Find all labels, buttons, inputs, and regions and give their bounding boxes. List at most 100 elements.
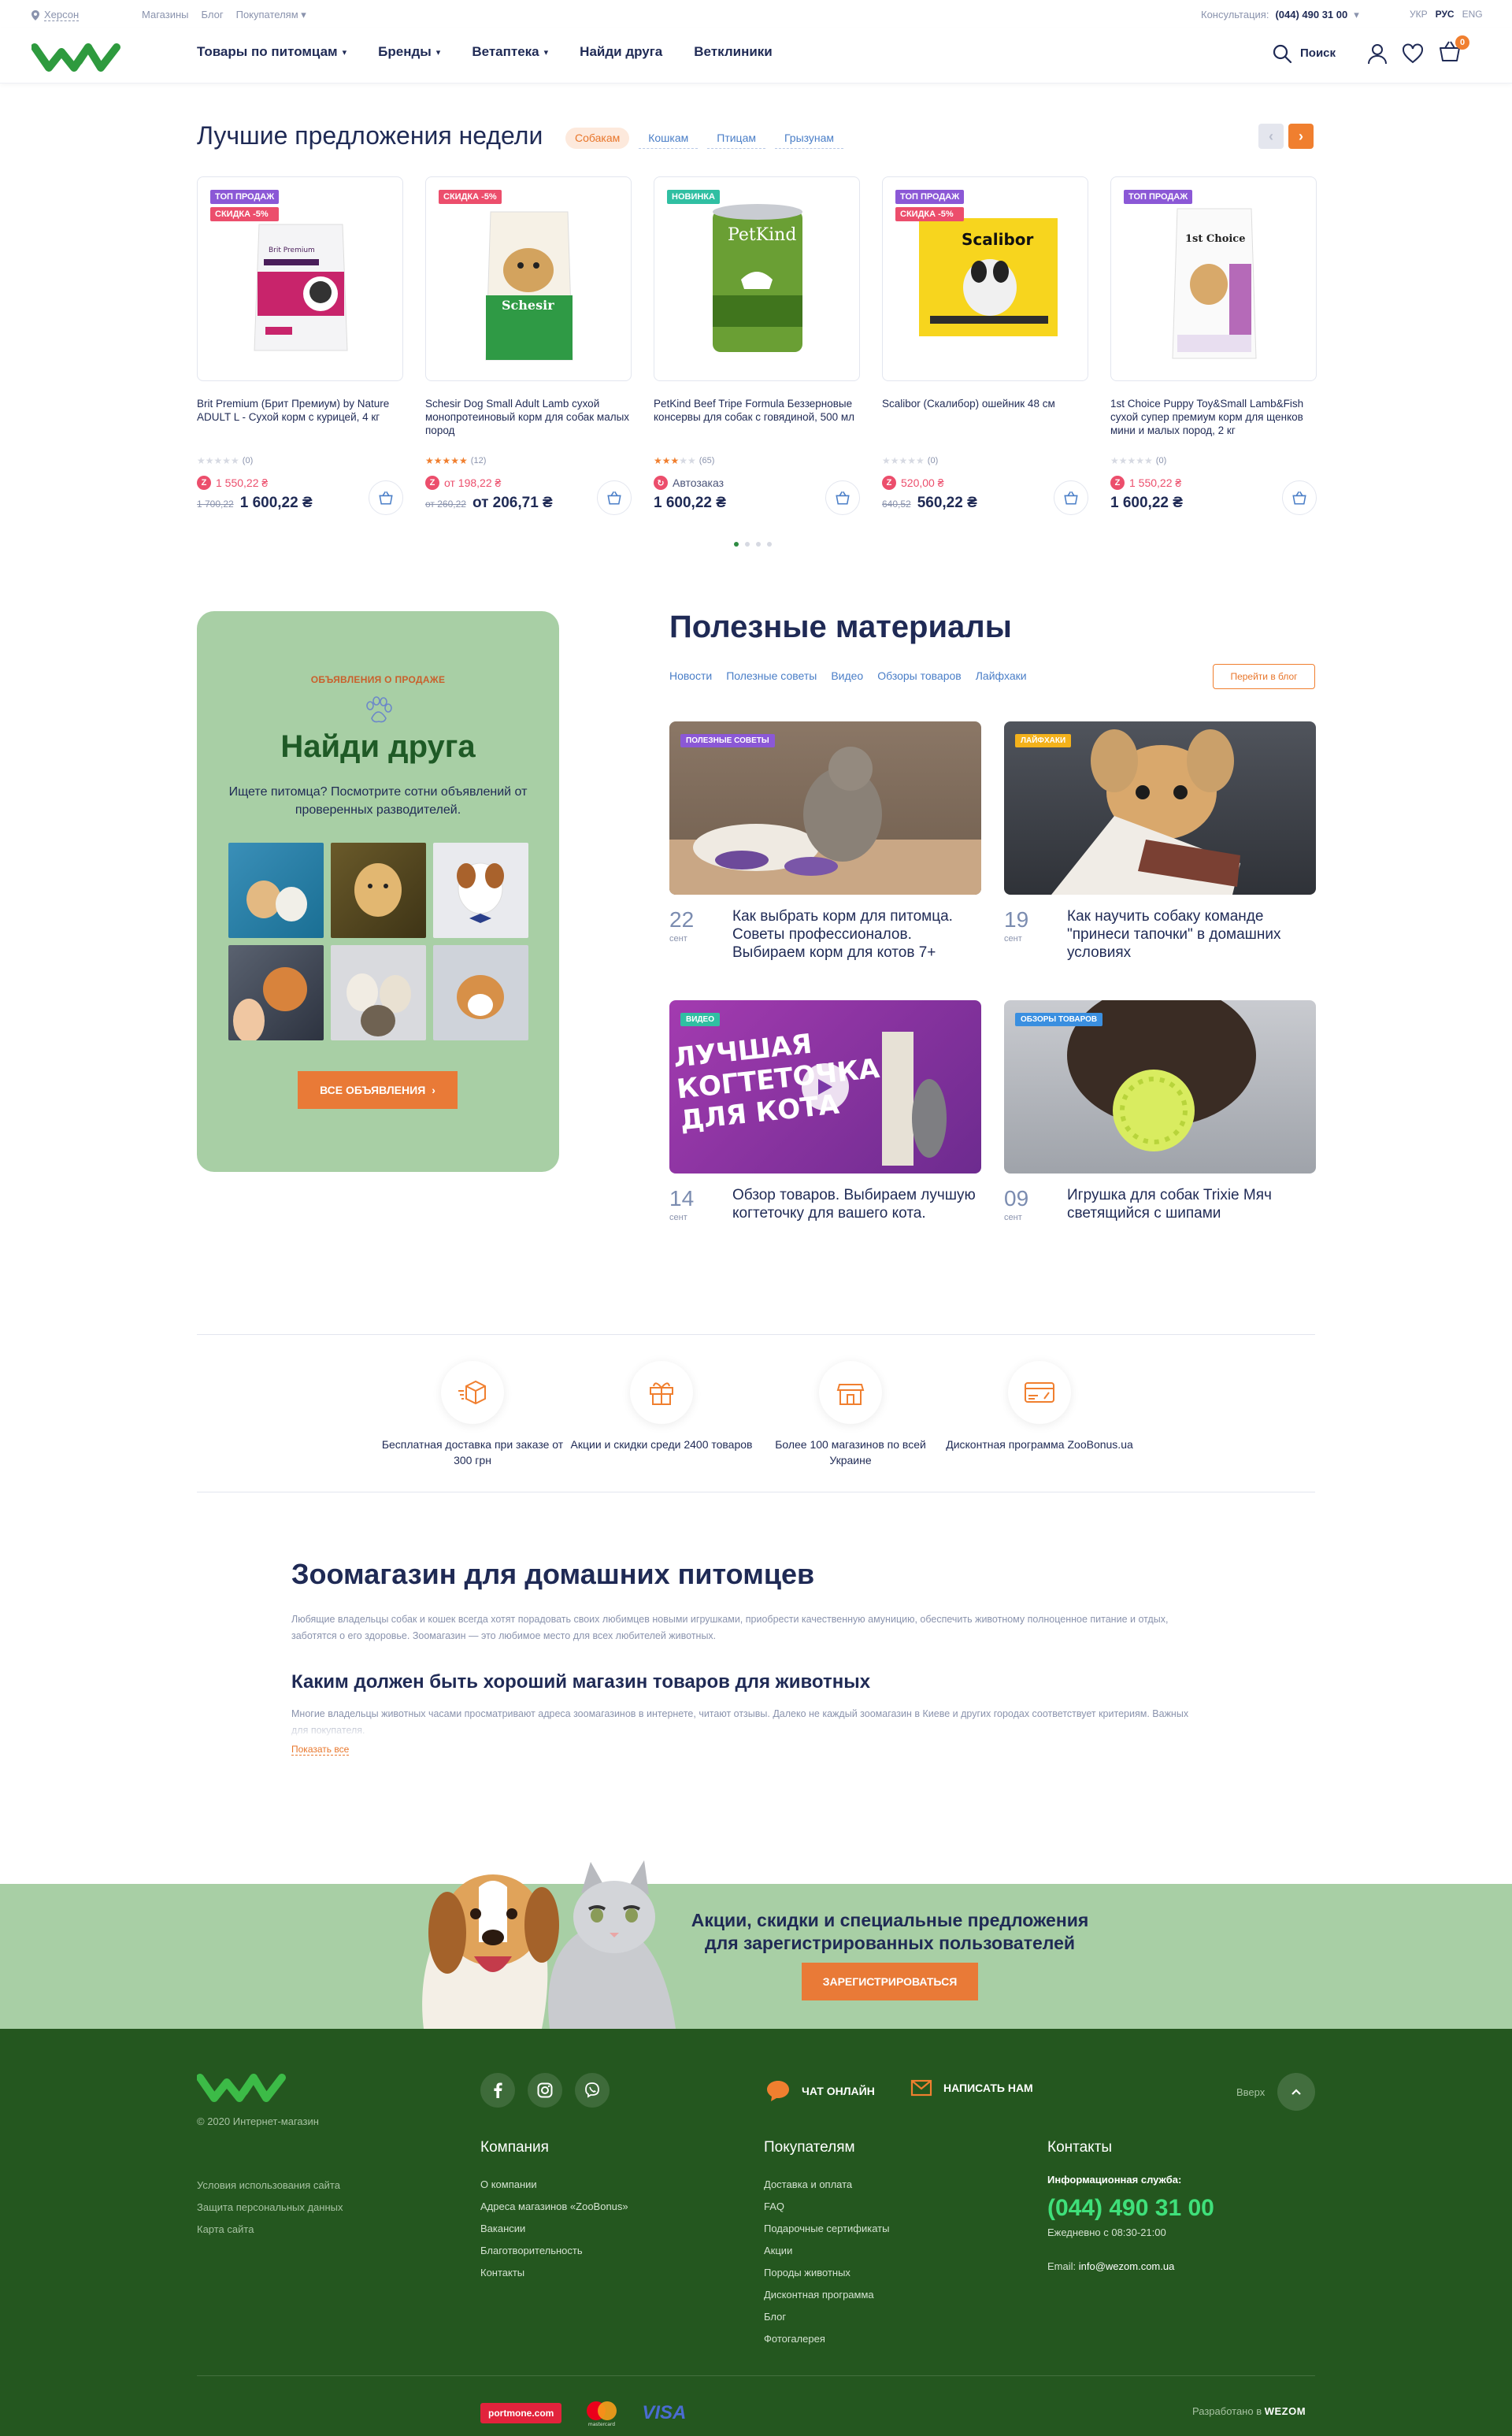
carousel-prev-button[interactable]: ‹: [1258, 124, 1284, 149]
pet-photo-pomeranian[interactable]: [228, 945, 324, 1040]
chat-online-button[interactable]: ЧАТ ОНЛАЙН: [765, 2079, 875, 2103]
pagination-dot[interactable]: [767, 542, 772, 547]
blog-tab-tips[interactable]: Полезные советы: [726, 669, 817, 682]
article-card[interactable]: ОБЗОРЫ ТОВАРОВ 09 сент Игрушка для собак T…: [1004, 1000, 1316, 1222]
nav-pets-products[interactable]: Товары по питомцам ▾: [197, 44, 346, 60]
blog-tab-video[interactable]: Видео: [831, 669, 863, 682]
viber-button[interactable]: [575, 2073, 610, 2108]
add-to-cart-button[interactable]: [597, 480, 632, 515]
article-title[interactable]: Игрушка для собак Trixie Мяч светящийся …: [1067, 1186, 1316, 1222]
add-to-cart-button[interactable]: [825, 480, 860, 515]
nav-find-friend[interactable]: Найди друга: [580, 44, 662, 60]
logo[interactable]: [32, 41, 121, 72]
add-to-cart-button[interactable]: [369, 480, 403, 515]
lang-rus[interactable]: РУС: [1436, 9, 1455, 20]
lang-ukr[interactable]: УКР: [1410, 9, 1428, 20]
product-card[interactable]: НОВИНКА PetKind PetKind Beef Tripe Formu…: [654, 176, 860, 523]
product-image[interactable]: ТОП ПРОДАЖ 1st Choice: [1110, 176, 1317, 381]
tab-cats[interactable]: Кошкам: [639, 128, 699, 149]
show-all-link[interactable]: Показать все: [291, 1744, 350, 1756]
cart-button[interactable]: 0: [1438, 35, 1470, 66]
footer-link[interactable]: Контакты: [480, 2262, 628, 2284]
pet-photo-retriever-puppy[interactable]: [331, 843, 426, 938]
legal-link-privacy[interactable]: Защита персональных данных: [197, 2197, 343, 2219]
add-to-cart-button[interactable]: [1282, 480, 1317, 515]
article-card[interactable]: ВИДЕО ЛУЧШАЯ КОГТЕТОЧКА ДЛЯ КОТА 14 сент О…: [669, 1000, 981, 1222]
nav-vet-clinics[interactable]: Ветклиники: [694, 44, 772, 60]
pet-photo-kittens[interactable]: [228, 843, 324, 938]
blog-tab-reviews[interactable]: Обзоры товаров: [877, 669, 962, 682]
footer-link[interactable]: Доставка и оплата: [764, 2174, 889, 2196]
article-image[interactable]: ПОЛЕЗНЫЕ СОВЕТЫ: [669, 721, 981, 895]
blog-tab-lifehacks[interactable]: Лайфхаки: [976, 669, 1027, 682]
footer-link[interactable]: Адреса магазинов «ZooBonus»: [480, 2196, 628, 2218]
legal-link-sitemap[interactable]: Карта сайта: [197, 2219, 343, 2241]
top-link-blog[interactable]: Блог: [202, 9, 224, 21]
article-image[interactable]: ОБЗОРЫ ТОВАРОВ: [1004, 1000, 1316, 1174]
footer-link[interactable]: Дисконтная программа: [764, 2284, 889, 2306]
footer-link[interactable]: Вакансии: [480, 2218, 628, 2240]
article-card[interactable]: ПОЛЕЗНЫЕ СОВЕТЫ 22 сент Как выбрать корм д…: [669, 721, 981, 962]
product-card[interactable]: СКИДКА -5% Schesir Schesir Dog Small Adu…: [425, 176, 632, 523]
product-image[interactable]: СКИДКА -5% Schesir: [425, 176, 632, 381]
footer-link[interactable]: Благотворительность: [480, 2240, 628, 2262]
pet-photo-siamese-kittens[interactable]: [331, 945, 426, 1040]
heart-icon[interactable]: [1402, 43, 1424, 64]
footer-email[interactable]: info@wezom.com.ua: [1079, 2260, 1175, 2272]
footer-link[interactable]: FAQ: [764, 2196, 889, 2218]
product-card[interactable]: ТОП ПРОДАЖ 1st Choice 1st Choice Puppy T…: [1110, 176, 1317, 523]
product-name[interactable]: Schesir Dog Small Adult Lamb сухой моноп…: [425, 397, 632, 450]
product-name[interactable]: Scalibor (Скалибор) ошейник 48 см: [882, 397, 1088, 450]
tab-dogs[interactable]: Собакам: [565, 128, 630, 149]
consult-phone[interactable]: (044) 490 31 00: [1275, 9, 1347, 21]
city-selector[interactable]: Херсон: [32, 9, 80, 21]
product-name[interactable]: 1st Choice Puppy Toy&Small Lamb&Fish сух…: [1110, 397, 1317, 450]
pet-photo-jack-russell[interactable]: [433, 843, 528, 938]
search-button[interactable]: Поиск: [1272, 43, 1336, 64]
instagram-button[interactable]: [528, 2073, 562, 2108]
article-title[interactable]: Обзор товаров. Выбираем лучшую когтеточк…: [732, 1186, 981, 1222]
footer-link[interactable]: О компании: [480, 2174, 628, 2196]
article-image[interactable]: ВИДЕО ЛУЧШАЯ КОГТЕТОЧКА ДЛЯ КОТА: [669, 1000, 981, 1174]
tab-birds[interactable]: Птицам: [707, 128, 765, 149]
add-to-cart-button[interactable]: [1054, 480, 1088, 515]
user-icon[interactable]: [1367, 43, 1388, 65]
footer-phone[interactable]: (044) 490 31 00: [1047, 2195, 1214, 2222]
write-us-button[interactable]: НАПИСАТЬ НАМ: [910, 2079, 1033, 2097]
article-image[interactable]: ЛАЙФХАКИ: [1004, 721, 1316, 895]
product-image[interactable]: НОВИНКА PetKind: [654, 176, 860, 381]
pagination-dot[interactable]: [756, 542, 761, 547]
scroll-top-button[interactable]: Вверх: [1236, 2073, 1316, 2111]
footer-link[interactable]: Породы животных: [764, 2262, 889, 2284]
footer-link[interactable]: Фотогалерея: [764, 2328, 889, 2350]
register-button[interactable]: ЗАРЕГИСТРИРОВАТЬСЯ: [802, 1963, 978, 2000]
footer-link[interactable]: Подарочные сертификаты: [764, 2218, 889, 2240]
top-link-buyers[interactable]: Покупателям ▾: [236, 9, 306, 21]
product-name[interactable]: PetKind Beef Tripe Formula Беззерновые к…: [654, 397, 860, 450]
product-image[interactable]: ТОП ПРОДАЖ СКИДКА -5% Scalibor: [882, 176, 1088, 381]
chevron-down-icon[interactable]: ▾: [1354, 9, 1359, 21]
pagination-dot[interactable]: [745, 542, 750, 547]
top-link-stores[interactable]: Магазины: [142, 9, 189, 21]
play-button[interactable]: [802, 1063, 849, 1110]
nav-vet-pharmacy[interactable]: Ветаптека ▾: [472, 44, 548, 60]
legal-link-terms[interactable]: Условия использования сайта: [197, 2175, 343, 2197]
footer-link[interactable]: Блог: [764, 2306, 889, 2328]
article-title[interactable]: Как научить собаку команде "принеси тапо…: [1067, 907, 1316, 962]
product-card[interactable]: ТОП ПРОДАЖ СКИДКА -5% Scalibor Scalibor …: [882, 176, 1088, 523]
product-card[interactable]: ТОП ПРОДАЖ СКИДКА -5% Brit Premium Brit …: [197, 176, 403, 523]
footer-logo[interactable]: [197, 2071, 287, 2103]
facebook-button[interactable]: [480, 2073, 515, 2108]
pet-photo-corgi-puppy[interactable]: [433, 945, 528, 1040]
article-title[interactable]: Как выбрать корм для питомца. Советы про…: [732, 907, 981, 962]
footer-link[interactable]: Акции: [764, 2240, 889, 2262]
tab-rodents[interactable]: Грызунам: [775, 128, 844, 149]
all-listings-button[interactable]: ВСЕ ОБЪЯВЛЕНИЯ ›: [298, 1071, 458, 1109]
go-to-blog-button[interactable]: Перейти в блог: [1213, 664, 1315, 689]
product-image[interactable]: ТОП ПРОДАЖ СКИДКА -5% Brit Premium: [197, 176, 403, 381]
nav-brands[interactable]: Бренды ▾: [378, 44, 440, 60]
blog-tab-news[interactable]: Новости: [669, 669, 712, 682]
lang-eng[interactable]: ENG: [1462, 9, 1483, 20]
carousel-next-button[interactable]: ›: [1288, 124, 1314, 149]
developer-credit[interactable]: Разработано в WEZOM: [1192, 2405, 1306, 2417]
